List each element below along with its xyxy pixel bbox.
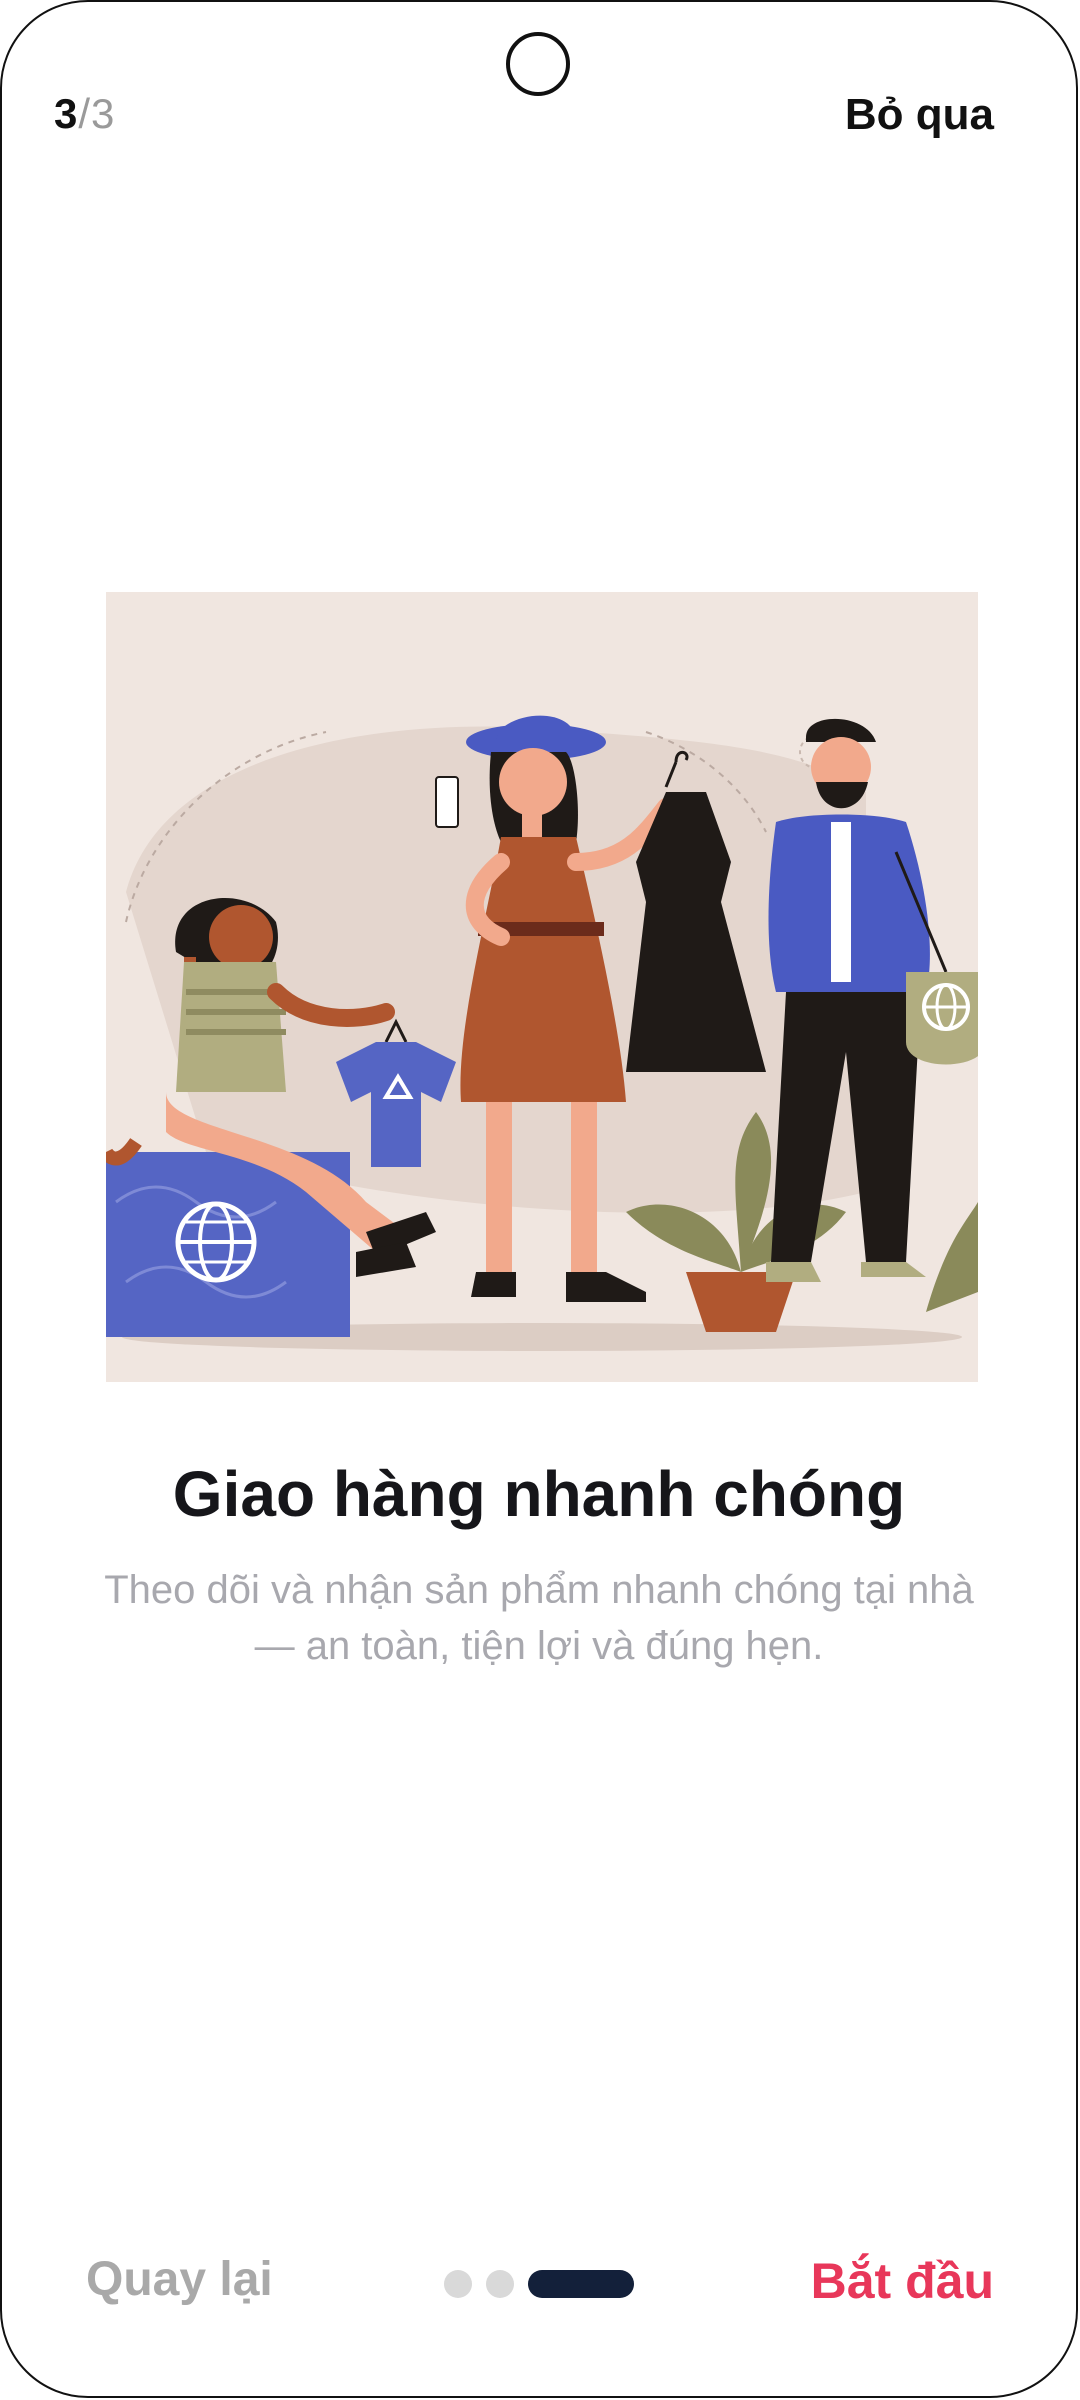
phone-frame: 3/3 Bỏ qua Giao hàng nhanh chóng Theo dõ… bbox=[0, 0, 1078, 2398]
page-dot-active bbox=[528, 2270, 634, 2298]
page-indicator bbox=[444, 2270, 634, 2298]
start-button[interactable]: Bắt đầu bbox=[811, 2252, 994, 2310]
step-counter: 3/3 bbox=[54, 90, 115, 138]
page-description: Theo dõi và nhận sản phẩm nhanh chóng tạ… bbox=[104, 1568, 974, 1668]
step-current: 3 bbox=[54, 90, 79, 137]
onboarding-illustration bbox=[106, 592, 978, 1382]
step-total: /3 bbox=[78, 90, 116, 137]
skip-button[interactable]: Bỏ qua bbox=[845, 90, 994, 140]
page-title: Giao hàng nhanh chóng bbox=[172, 1458, 906, 1530]
back-button[interactable]: Quay lại bbox=[86, 2252, 273, 2307]
page-dot bbox=[486, 2270, 514, 2298]
front-camera bbox=[506, 32, 570, 96]
page-dot bbox=[444, 2270, 472, 2298]
